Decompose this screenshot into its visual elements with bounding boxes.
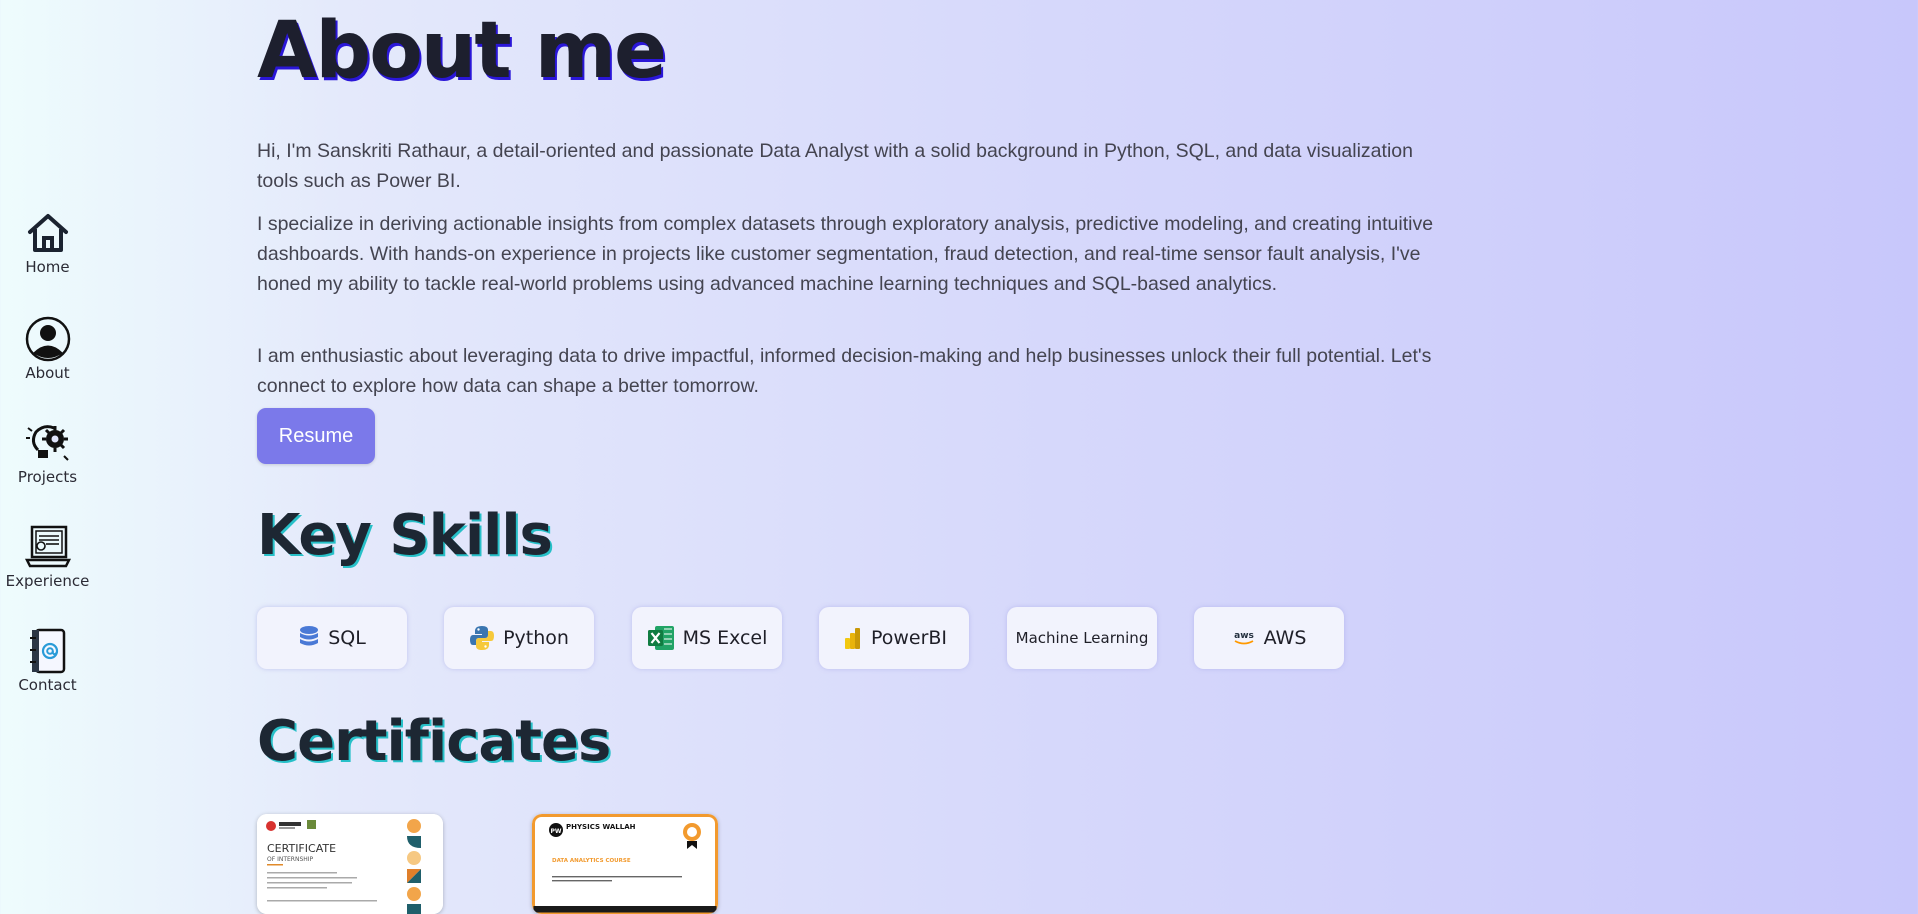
database-icon — [300, 626, 319, 646]
nav-home[interactable]: Home — [0, 210, 95, 276]
certificate-heading: CERTIFICATE — [267, 842, 336, 855]
skill-label: PowerBI — [870, 627, 948, 649]
nav-about-label: About — [25, 364, 70, 382]
nav-contact-label: Contact — [18, 676, 77, 694]
nav-experience-label: Experience — [5, 572, 90, 590]
skill-card-powerbi: PowerBI — [819, 607, 969, 669]
certificate-issuer: PW — [550, 828, 561, 835]
certificate-card-data-analytics[interactable]: PW PHYSICS WALLAH DATA ANALYTICS COURSE — [532, 814, 718, 914]
skill-label: Python — [503, 627, 569, 649]
nav-projects-label: Projects — [17, 468, 78, 486]
contact-book-icon — [29, 628, 65, 674]
aws-icon: aws — [1234, 631, 1254, 645]
skill-card-aws: aws AWS — [1194, 607, 1344, 669]
nav-contact[interactable]: Contact — [0, 628, 95, 694]
skill-label: Machine Learning — [1015, 629, 1149, 647]
resume-button[interactable]: Resume — [257, 408, 375, 464]
certificate-heading: PHYSICS WALLAH — [566, 823, 636, 831]
user-icon — [25, 316, 70, 362]
skill-card-excel: MS Excel — [632, 607, 782, 669]
certificate-card-internship[interactable]: CERTIFICATE OF INTERNSHIP — [257, 814, 443, 914]
skills-title: Key Skills — [257, 503, 553, 568]
skill-card-python: Python — [444, 607, 594, 669]
certificates-title: Certificates — [257, 709, 611, 774]
nav-experience[interactable]: Experience — [0, 524, 95, 590]
skill-label: MS Excel — [682, 627, 768, 649]
sidebar-nav: Home About Projects Experience Contact — [0, 0, 95, 904]
powerbi-icon — [844, 628, 860, 649]
certificate-thumbnail: PW PHYSICS WALLAH DATA ANALYTICS COURSE — [532, 814, 718, 914]
idea-gear-icon — [25, 425, 69, 461]
certificate-subheading: DATA ANALYTICS COURSE — [552, 858, 631, 864]
skill-card-sql: SQL — [257, 607, 407, 669]
python-icon — [470, 626, 495, 650]
skill-label: SQL — [328, 627, 366, 649]
certificate-subheading: OF INTERNSHIP — [267, 856, 314, 863]
about-title: About me — [257, 6, 667, 96]
excel-icon — [647, 626, 674, 650]
certificate-thumbnail: CERTIFICATE OF INTERNSHIP — [257, 814, 443, 914]
laptop-certificate-icon — [24, 525, 71, 568]
skill-label: AWS — [1263, 627, 1307, 649]
nav-projects[interactable]: Projects — [0, 420, 95, 486]
about-paragraph-2: I specialize in deriving actionable insi… — [257, 213, 1434, 295]
skill-card-machine-learning: Machine Learning — [1007, 607, 1157, 669]
nav-home-label: Home — [25, 258, 70, 276]
about-paragraph-1: Hi, I'm Sanskriti Rathaur, a detail-orie… — [257, 140, 1413, 192]
svg-text:aws: aws — [1234, 631, 1254, 641]
about-paragraph-3: I am enthusiastic about leveraging data … — [257, 345, 1432, 397]
nav-about[interactable]: About — [0, 316, 95, 382]
home-icon — [27, 214, 68, 252]
